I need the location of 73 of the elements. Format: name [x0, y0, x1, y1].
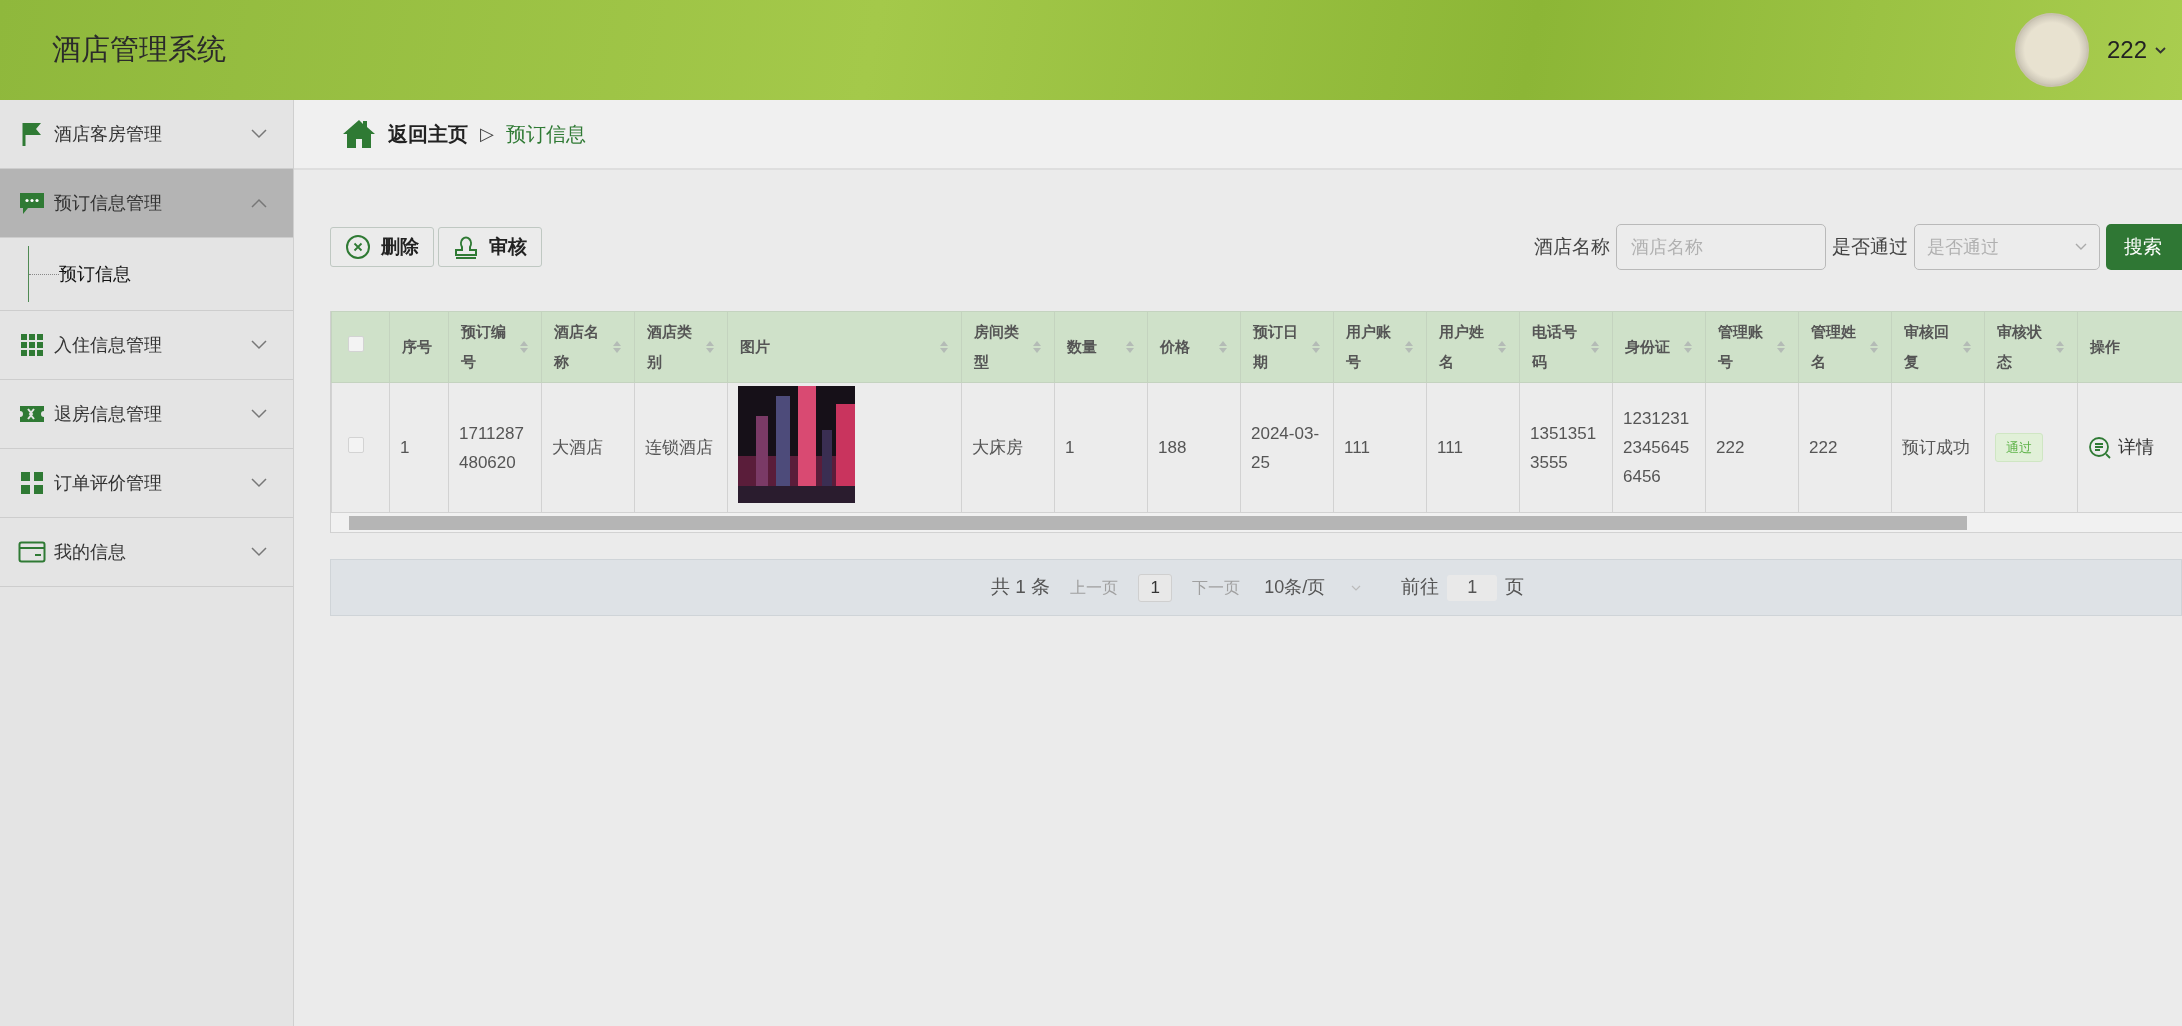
- toolbar-button[interactable]: 审核: [438, 227, 542, 267]
- table-cell: 111: [1437, 438, 1463, 457]
- table-cell: 111: [1344, 438, 1370, 457]
- sort-icon: [519, 340, 529, 354]
- chevron-down-icon: [251, 340, 267, 350]
- chevron-up-icon: [251, 198, 267, 208]
- sidebar-menu-item[interactable]: 预订信息管理: [0, 169, 293, 238]
- table-cell: 预订成功: [1902, 438, 1970, 457]
- table-cell: 大酒店: [552, 438, 603, 457]
- ticket-icon: [18, 403, 46, 425]
- goto-label: 前往: [1401, 575, 1440, 600]
- table-cell: 2024-03-25: [1251, 423, 1320, 472]
- goto-suffix: 页: [1505, 575, 1525, 600]
- home-icon: [342, 119, 376, 149]
- search-icon: [2088, 435, 2112, 460]
- sort-icon: [1404, 340, 1414, 354]
- sort-icon: [1962, 340, 1972, 354]
- sort-icon: [939, 340, 949, 354]
- table-cell: 1: [1065, 438, 1075, 457]
- status-tag: 通过: [1995, 432, 2043, 463]
- sort-icon: [1590, 340, 1600, 354]
- chevron-down-icon: [2075, 243, 2087, 251]
- sort-icon: [705, 340, 715, 354]
- sort-icon: [2055, 340, 2065, 354]
- hotel-name-input[interactable]: 酒店名称: [1616, 224, 1826, 270]
- home-link[interactable]: 返回主页: [342, 119, 468, 149]
- chat-bubble-icon: [18, 191, 46, 215]
- checkbox[interactable]: [348, 436, 364, 453]
- table-cell: 222: [1809, 438, 1838, 457]
- chevron-down-icon: [251, 547, 267, 557]
- table-cell: 1: [400, 438, 410, 457]
- chevron-down-icon: [1351, 584, 1362, 591]
- grid-icon: [18, 333, 46, 357]
- table-cell: 大床房: [972, 438, 1023, 457]
- stamp-icon: [453, 234, 479, 260]
- tiles-icon: [18, 471, 46, 495]
- table-cell: 123123123456456456: [1623, 409, 1690, 486]
- table-cell: 13513513555: [1530, 423, 1597, 472]
- breadcrumb-separator: ▷: [480, 122, 494, 146]
- chevron-down-icon: [2155, 46, 2166, 54]
- detail-link[interactable]: 详情: [2088, 434, 2154, 461]
- filter-label: 酒店名称: [1534, 234, 1610, 259]
- table-cell: 222: [1716, 438, 1745, 457]
- search-button[interactable]: 搜索: [2106, 224, 2182, 270]
- card-icon: [18, 540, 46, 564]
- chevron-down-icon: [251, 409, 267, 419]
- sort-icon: [1497, 340, 1507, 354]
- submenu-item[interactable]: 预订信息: [59, 260, 131, 288]
- chevron-down-icon: [251, 478, 267, 488]
- toolbar-button[interactable]: 删除: [330, 227, 434, 267]
- horizontal-scrollbar[interactable]: [331, 513, 2182, 533]
- sort-icon: [1218, 340, 1228, 354]
- table-cell: 188: [1158, 438, 1187, 457]
- sort-icon: [1311, 340, 1321, 354]
- close-circle-icon: [345, 234, 371, 260]
- table-cell: 连锁酒店: [645, 438, 713, 457]
- chevron-down-icon: [251, 129, 267, 139]
- sort-icon: [1125, 340, 1135, 354]
- filter-label: 是否通过: [1832, 234, 1908, 259]
- app-title: 酒店管理系统: [52, 32, 226, 68]
- sort-icon: [1869, 340, 1879, 354]
- table-cell: 1711287480620: [459, 423, 524, 472]
- sort-icon: [1683, 340, 1693, 354]
- breadcrumb-current: 预订信息: [506, 122, 586, 147]
- total-count: 共 1 条: [991, 575, 1051, 600]
- sort-icon: [1776, 340, 1786, 354]
- page-number[interactable]: 1: [1138, 573, 1173, 602]
- goto-page-input[interactable]: 1: [1447, 574, 1498, 601]
- page-size-select[interactable]: 10条/页: [1264, 574, 1362, 601]
- user-menu[interactable]: 222: [2106, 32, 2166, 68]
- sort-icon: [612, 340, 622, 354]
- checkbox[interactable]: [348, 336, 364, 352]
- sort-icon: [1032, 340, 1042, 354]
